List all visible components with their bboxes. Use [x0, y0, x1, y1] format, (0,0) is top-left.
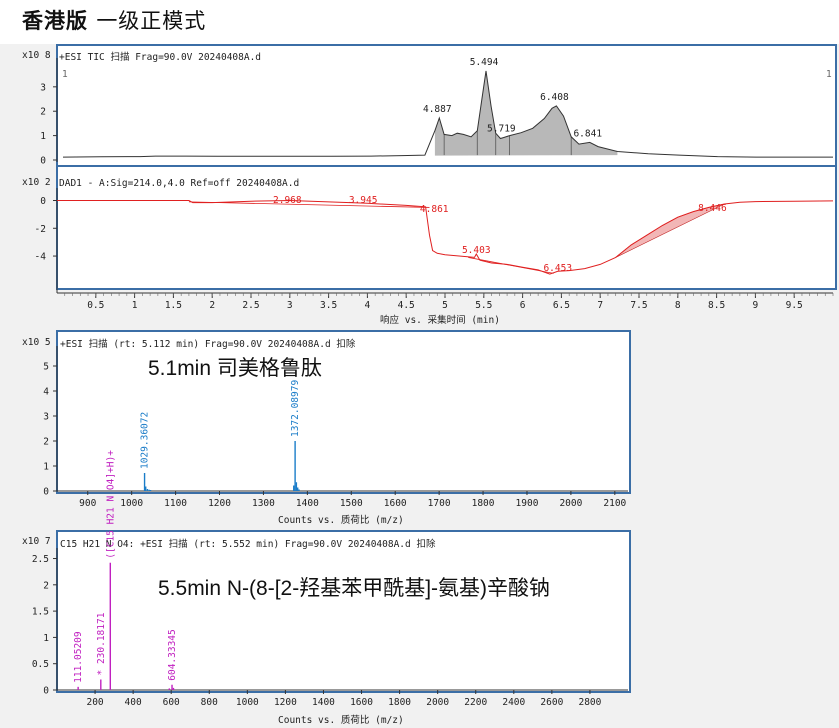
dad-y-tick-label: -4 — [35, 252, 47, 263]
dad-x-tick-label: 2 — [209, 300, 215, 311]
ms1-y-tick-label: 2 — [43, 437, 49, 448]
ms2-x-tick-label: 2400 — [502, 697, 525, 708]
ms2-x-tick-label: 800 — [201, 697, 218, 708]
ms1-y-tick-label: 1 — [43, 462, 49, 473]
dad-x-tick-label: 0.5 — [87, 300, 104, 311]
ms1-y-tick-label: 5 — [43, 362, 49, 373]
ms2-x-tick-label: 2000 — [426, 697, 449, 708]
dad-x-tick-label: 5 — [442, 300, 448, 311]
ms1-x-tick-label: 1400 — [296, 498, 319, 509]
ms1-x-tick-label: 900 — [79, 498, 96, 509]
tic-y-tick-label: 2 — [40, 107, 46, 118]
dad-x-tick-label: 3 — [287, 300, 293, 311]
ms1-x-tick-label: 1800 — [472, 498, 495, 509]
ms2-y-tick-label: 1 — [43, 633, 49, 644]
ms1-y-tick-label: 3 — [43, 412, 49, 423]
ms2-peak-label: ([C15 H21 N O4]+H)+ — [105, 450, 116, 559]
ms2-peak-label: 604.33345 — [167, 629, 178, 680]
tic-peak-label: 6.841 — [573, 128, 602, 139]
tic-y-tick-label: 0 — [40, 156, 46, 167]
ms2-x-tick-label: 1000 — [236, 697, 259, 708]
tic-y-tick-label: 1 — [40, 131, 46, 142]
tic-peak-label: 5.494 — [470, 57, 499, 68]
dad-x-tick-label: 5.5 — [475, 300, 492, 311]
dad-x-tick-label: 8.5 — [708, 300, 725, 311]
ms1-x-tick-label: 1900 — [516, 498, 539, 509]
dad-x-tick-label: 3.5 — [320, 300, 337, 311]
ms2-x-tick-label: 2800 — [578, 697, 601, 708]
tic-peak-label: 6.408 — [540, 92, 569, 103]
ms1-x-tick-label: 1200 — [208, 498, 231, 509]
ms2-x-tick-label: 1200 — [274, 697, 297, 708]
ms1-x-tick-label: 2000 — [559, 498, 582, 509]
ms2-x-tick-label: 1800 — [388, 697, 411, 708]
ms1-x-tick-label: 1000 — [120, 498, 143, 509]
tic-peak-label: 4.887 — [423, 104, 452, 115]
ms2-x-tick-label: 400 — [125, 697, 142, 708]
ms1-x-tick-label: 2100 — [603, 498, 626, 509]
ms2-peak-label: 111.05209 — [73, 631, 84, 683]
dad-x-tick-label: 7.5 — [630, 300, 647, 311]
dad-peak-label: 5.403 — [462, 245, 491, 256]
dad-peak-label: 4.861 — [420, 204, 449, 215]
ms2-y-tick-label: 2 — [43, 580, 49, 591]
ms1-y-tick-label: 0 — [43, 487, 49, 498]
dad-peak-label: 8.446 — [698, 203, 727, 214]
dad-y-tick-label: -2 — [35, 224, 46, 235]
ms2-y-tick-label: 0 — [43, 686, 49, 697]
ms2-peak-label: * 230.18171 — [96, 612, 107, 675]
ms2-y-tick-label: 1.5 — [32, 607, 49, 618]
ms1-peak-label: 1372.08979 — [290, 380, 301, 437]
ms1-x-tick-label: 1700 — [428, 498, 451, 509]
ms2-x-tick-label: 1600 — [350, 697, 373, 708]
dad-x-tick-label: 6 — [520, 300, 526, 311]
ms2-x-tick-label: 600 — [163, 697, 180, 708]
dad-peak-label: 6.453 — [543, 263, 572, 274]
dad-x-tick-label: 1 — [132, 300, 138, 311]
ms1-y-tick-label: 4 — [43, 387, 49, 398]
ms2-y-tick-label: 0.5 — [32, 659, 49, 670]
ms1-peak-label: 1029.36072 — [140, 412, 151, 469]
tic-y-tick-label: 3 — [40, 82, 46, 93]
dad-x-tick-label: 2.5 — [242, 300, 259, 311]
ms1-x-tick-label: 1600 — [384, 498, 407, 509]
dad-x-tick-label: 4 — [365, 300, 371, 311]
ms2-x-tick-label: 2600 — [540, 697, 563, 708]
dad-x-tick-label: 1.5 — [165, 300, 182, 311]
ms2-x-tick-label: 200 — [86, 697, 103, 708]
dad-x-tick-label: 6.5 — [553, 300, 570, 311]
dad-x-tick-label: 4.5 — [398, 300, 415, 311]
dad-peak-label: 3.945 — [349, 195, 378, 206]
ms1-x-tick-label: 1100 — [164, 498, 187, 509]
dad-y-tick-label: 0 — [40, 196, 46, 207]
dad-x-tick-label: 8 — [675, 300, 681, 311]
dad-x-tick-label: 9 — [753, 300, 759, 311]
dad-peak-label: 2.968 — [273, 195, 302, 206]
dad-x-tick-label: 7 — [597, 300, 603, 311]
plots-svg: 0 1 2 3 4.887 5.494 5.719 6.408 6.841 0 -2 -4 0.5 1 1.… — [32, 57, 834, 708]
ms2-y-tick-label: 2.5 — [32, 554, 49, 565]
ms1-x-tick-label: 1500 — [340, 498, 363, 509]
ms2-x-tick-label: 1400 — [312, 697, 335, 708]
ms1-x-tick-label: 1300 — [252, 498, 275, 509]
dad-x-tick-label: 9.5 — [786, 300, 803, 311]
ms2-x-tick-label: 2200 — [464, 697, 487, 708]
tic-peak-label: 5.719 — [487, 124, 516, 135]
